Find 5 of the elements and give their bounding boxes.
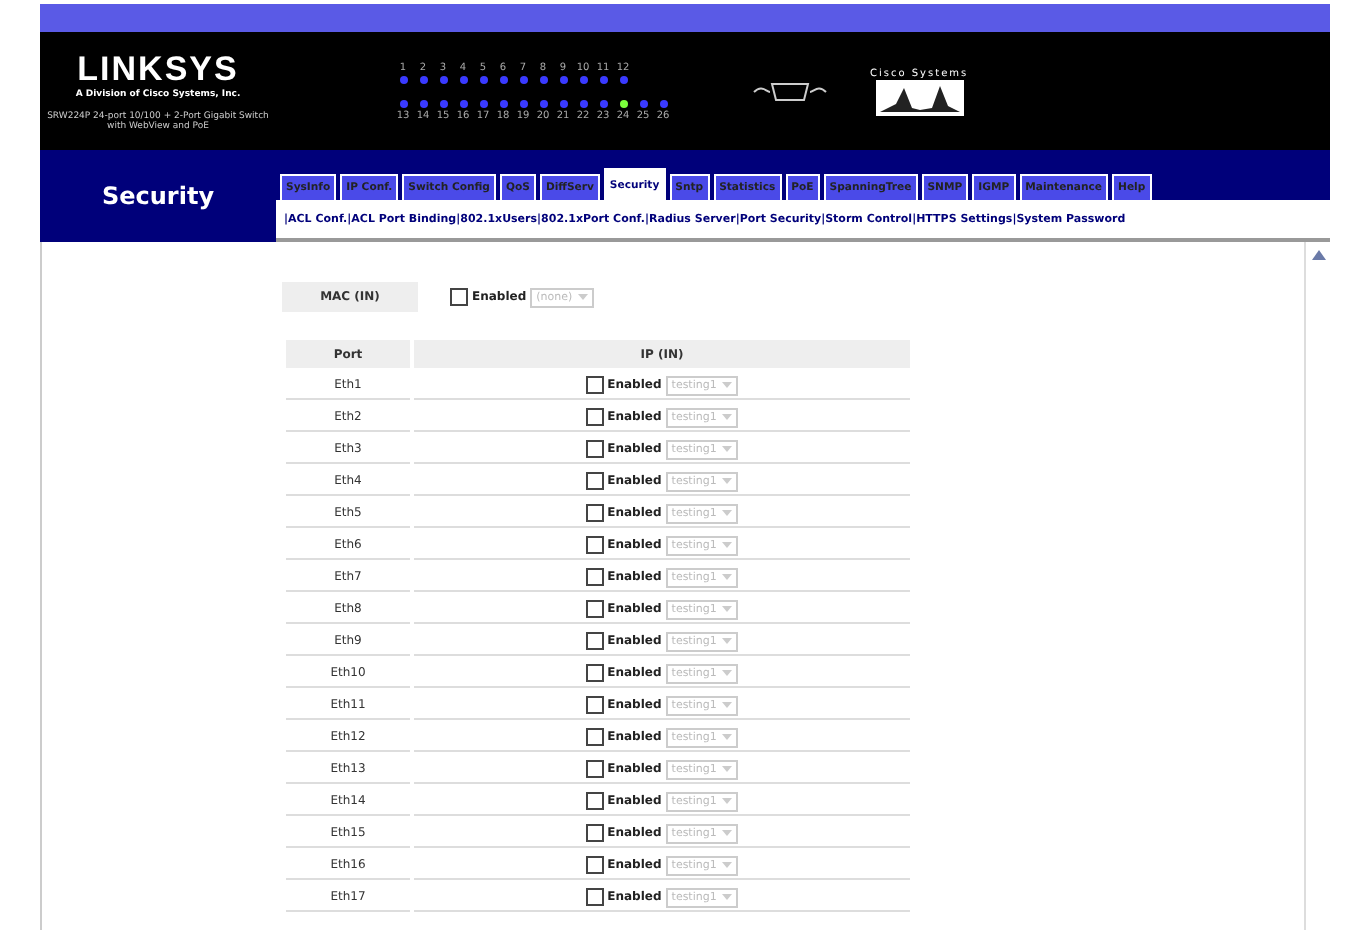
bridge-logo-icon [875, 79, 964, 115]
section-title: Security [101, 182, 215, 210]
scroll-up-icon[interactable] [1311, 250, 1325, 260]
logo: LINKSYS [77, 50, 239, 89]
serial-port-icon [750, 77, 830, 105]
